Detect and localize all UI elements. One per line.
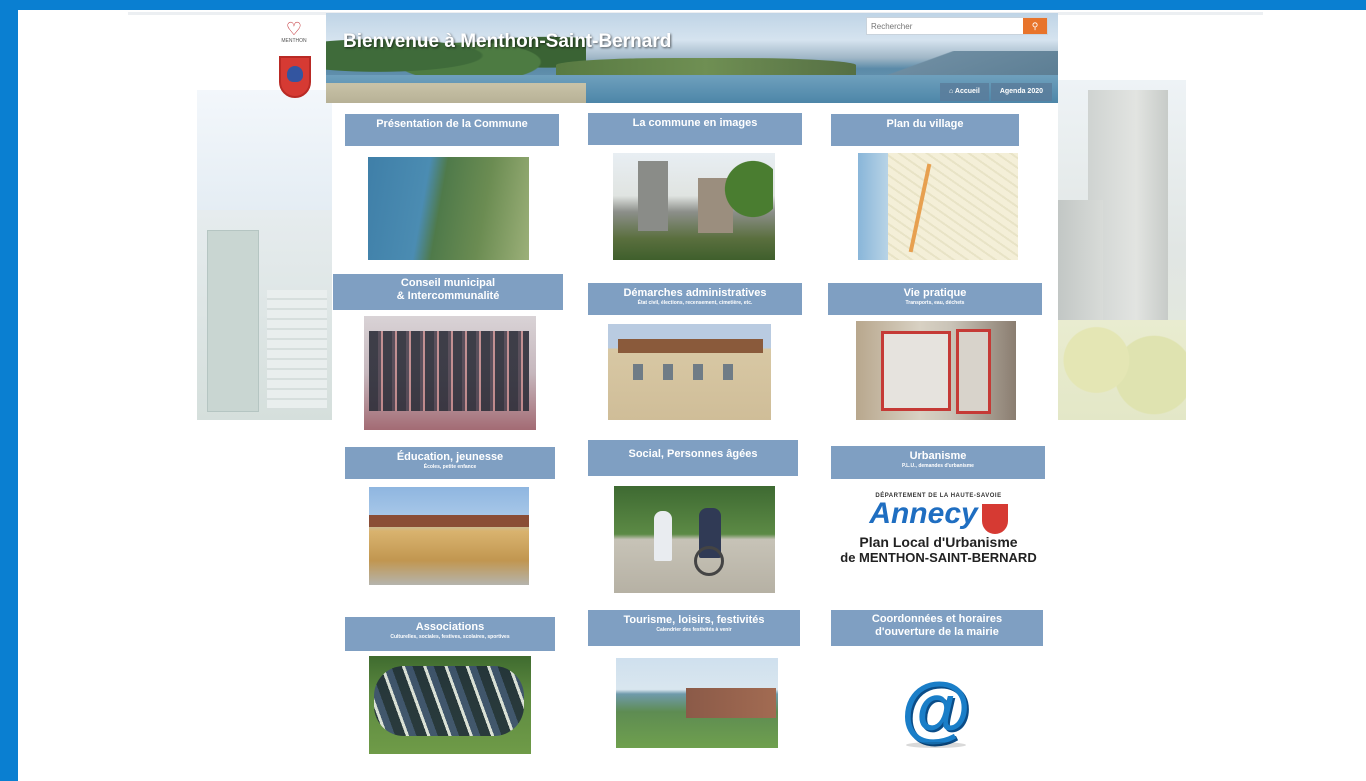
tile-conseil[interactable]: Conseil municipal & Intercommunalité <box>333 274 563 310</box>
logo-text: MENTHON <box>281 38 307 44</box>
tile-plan[interactable]: Plan du village <box>831 114 1019 146</box>
tile-vie-pratique[interactable]: Vie pratique Transports, eau, déchets <box>828 283 1042 315</box>
at-icon: @ <box>900 669 972 749</box>
mairie-image[interactable] <box>608 324 771 420</box>
tile-education[interactable]: Éducation, jeunesse Écoles, petite enfan… <box>345 447 555 479</box>
nav-agenda[interactable]: Agenda 2020 <box>990 83 1052 101</box>
tile-presentation[interactable]: Présentation de la Commune <box>345 114 559 146</box>
tile-urbanisme[interactable]: Urbanisme P.L.U., demandes d'urbanisme <box>831 446 1045 479</box>
plu-brand: Annecy <box>869 497 978 530</box>
header-nav: ⌂ Accueil Agenda 2020 <box>939 83 1052 101</box>
plu-line2: de MENTHON-SAINT-BERNARD <box>840 549 1037 565</box>
search-button[interactable]: ⚲ <box>1023 18 1047 34</box>
plu-image[interactable]: DÉPARTEMENT DE LA HAUTE-SAVOIE Annecy Pl… <box>831 493 1046 575</box>
seniors-image[interactable] <box>614 486 775 593</box>
search-input[interactable] <box>867 19 1025 33</box>
tile-associations[interactable]: Associations Culturelles, sociales, fest… <box>345 617 555 651</box>
associations-image[interactable] <box>369 656 531 754</box>
site-logo[interactable]: ♡ MENTHON <box>276 20 312 50</box>
vie-pratique-image[interactable] <box>856 321 1016 420</box>
tile-images[interactable]: La commune en images <box>588 113 802 145</box>
village-map-image[interactable] <box>858 153 1018 260</box>
castle-trees <box>1058 320 1186 420</box>
search-icon: ⚲ <box>1031 20 1039 31</box>
school-image[interactable] <box>369 487 529 585</box>
heart-icon: ♡ <box>285 19 303 39</box>
nav-accueil[interactable]: ⌂ Accueil <box>939 83 989 101</box>
contact-link[interactable]: @ <box>886 670 986 748</box>
page-title: Bienvenue à Menthon-Saint-Bernard <box>343 31 672 52</box>
search-box: ⚲ <box>866 17 1048 35</box>
page: ♡ MENTHON Bienvenue à Menthon-Saint-Bern… <box>18 10 1366 781</box>
tile-tourisme[interactable]: Tourisme, loisirs, festivités Calendrier… <box>588 610 800 646</box>
tile-social[interactable]: Social, Personnes âgées <box>588 440 798 476</box>
header-banner: Bienvenue à Menthon-Saint-Bernard ⚲ ⌂ Ac… <box>326 13 1058 103</box>
coat-of-arms-icon <box>279 56 311 98</box>
tile-demarches[interactable]: Démarches administratives État civil, él… <box>588 283 802 315</box>
side-image-right <box>1058 80 1186 420</box>
left-blue-bar <box>0 0 18 781</box>
side-gate <box>207 230 259 412</box>
presentation-image[interactable] <box>368 157 529 260</box>
tourism-image[interactable] <box>616 658 778 748</box>
top-blue-bar <box>0 0 1366 10</box>
side-image-left <box>197 90 332 420</box>
church-image[interactable] <box>613 153 775 260</box>
tile-coordonnees[interactable]: Coordonnées et horaires d'ouverture de l… <box>831 610 1043 646</box>
coat-of-arms-icon <box>981 503 1008 534</box>
council-image[interactable] <box>364 316 536 430</box>
plu-line1: Plan Local d'Urbanisme <box>859 533 1018 550</box>
side-stair <box>267 290 327 410</box>
